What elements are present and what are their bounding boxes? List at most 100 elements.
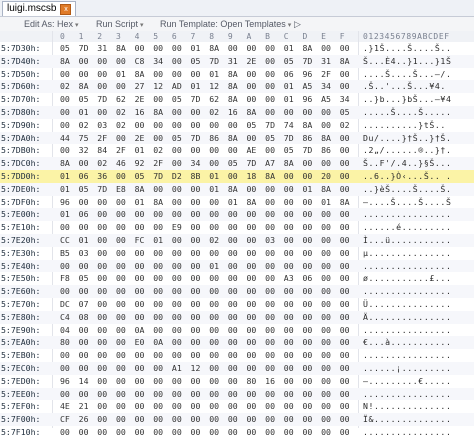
hex-byte[interactable]: 00 (340, 362, 356, 375)
hex-byte[interactable]: 00 (340, 132, 356, 145)
hex-byte[interactable]: E8 (116, 183, 132, 196)
hex-byte[interactable]: 00 (321, 324, 337, 337)
hex-byte[interactable]: 4E (60, 400, 76, 413)
hex-byte[interactable]: 16 (265, 375, 281, 388)
hex-byte[interactable]: 00 (60, 144, 76, 157)
hex-byte[interactable]: 00 (153, 260, 169, 273)
hex-byte[interactable]: 2F (97, 132, 113, 145)
hex-byte[interactable]: 00 (302, 234, 318, 247)
hex-byte[interactable]: 00 (97, 362, 113, 375)
hex-byte[interactable]: 00 (97, 285, 113, 298)
hex-byte[interactable]: 01 (321, 196, 337, 209)
hex-byte[interactable]: 7D (191, 132, 207, 145)
hex-byte[interactable]: 00 (247, 80, 263, 93)
ascii-text[interactable]: Ü............... (363, 298, 451, 311)
hex-byte[interactable]: F8 (60, 272, 76, 285)
close-icon[interactable]: x (60, 3, 72, 15)
hex-byte[interactable]: 00 (191, 311, 207, 324)
hex-byte[interactable]: 04 (60, 324, 76, 337)
hex-byte[interactable]: 00 (97, 388, 113, 401)
hex-byte[interactable]: 00 (302, 349, 318, 362)
hex-byte[interactable]: 00 (284, 234, 300, 247)
hex-byte[interactable]: 00 (153, 400, 169, 413)
hex-byte[interactable]: 00 (284, 311, 300, 324)
hex-byte[interactable]: 00 (228, 208, 244, 221)
hex-byte[interactable]: 00 (116, 362, 132, 375)
hex-byte[interactable]: 00 (302, 285, 318, 298)
hex-byte[interactable]: 00 (116, 55, 132, 68)
hex-byte[interactable]: 00 (340, 375, 356, 388)
hex-byte[interactable]: 00 (172, 106, 188, 119)
hex-byte[interactable]: 00 (247, 93, 263, 106)
hex-byte[interactable]: 00 (79, 324, 95, 337)
hex-byte[interactable]: 00 (209, 272, 225, 285)
hex-byte[interactable]: 7D (79, 42, 95, 55)
hex-byte[interactable]: 00 (191, 349, 207, 362)
hex-byte[interactable]: 06 (284, 68, 300, 81)
hex-byte[interactable]: 00 (302, 324, 318, 337)
hex-byte[interactable]: 00 (284, 183, 300, 196)
hex-byte[interactable]: 00 (135, 413, 151, 426)
hex-byte[interactable]: 05 (340, 106, 356, 119)
ascii-text[interactable]: ..}èŠ....Š....Š. (363, 183, 451, 196)
hex-byte[interactable]: 00 (135, 119, 151, 132)
hex-byte[interactable]: 00 (284, 106, 300, 119)
hex-byte[interactable]: 00 (340, 234, 356, 247)
tab-luigi-mscsb[interactable]: luigi.mscsb x (2, 1, 77, 16)
hex-byte[interactable]: AE (247, 144, 263, 157)
hex-byte[interactable]: 96 (60, 375, 76, 388)
hex-byte[interactable]: 00 (79, 260, 95, 273)
hex-byte[interactable]: 7D (247, 157, 263, 170)
hex-byte[interactable]: 00 (60, 285, 76, 298)
hex-byte[interactable]: 12 (191, 362, 207, 375)
hex-byte[interactable]: 01 (209, 170, 225, 183)
hex-byte[interactable]: 80 (247, 375, 263, 388)
hex-byte[interactable]: 05 (284, 144, 300, 157)
hex-byte[interactable]: 00 (340, 221, 356, 234)
hex-byte[interactable]: 26 (79, 413, 95, 426)
hex-byte[interactable]: 00 (116, 311, 132, 324)
hex-byte[interactable]: 00 (265, 285, 281, 298)
hex-byte[interactable]: 00 (265, 336, 281, 349)
hex-byte[interactable]: 05 (79, 93, 95, 106)
hex-byte[interactable]: 00 (153, 311, 169, 324)
hex-byte[interactable]: 00 (97, 221, 113, 234)
hex-row[interactable]: 5:7ED0h: 96 14 00 00 00 00 00 00 00 00 80 16 00 00 00 00… (0, 375, 474, 388)
hex-byte[interactable]: 01 (284, 42, 300, 55)
hex-byte[interactable]: 00 (247, 362, 263, 375)
hex-byte[interactable]: 00 (302, 157, 318, 170)
hex-byte[interactable]: 00 (247, 132, 263, 145)
hex-byte[interactable]: CF (60, 413, 76, 426)
hex-byte[interactable]: 00 (116, 234, 132, 247)
hex-byte[interactable]: 00 (116, 324, 132, 337)
hex-byte[interactable]: 00 (135, 247, 151, 260)
ascii-text[interactable]: ................ (363, 324, 451, 337)
hex-byte[interactable]: 01 (209, 183, 225, 196)
hex-byte[interactable]: 00 (265, 413, 281, 426)
hex-byte[interactable]: 00 (116, 413, 132, 426)
hex-byte[interactable]: FC (135, 234, 151, 247)
hex-byte[interactable]: 00 (228, 247, 244, 260)
hex-byte[interactable]: 03 (265, 234, 281, 247)
hex-byte[interactable]: 00 (321, 298, 337, 311)
hex-byte[interactable]: 75 (79, 132, 95, 145)
hex-byte[interactable]: 00 (209, 324, 225, 337)
hex-byte[interactable]: AD (172, 80, 188, 93)
hex-byte[interactable]: 00 (191, 324, 207, 337)
hex-byte[interactable]: 00 (265, 183, 281, 196)
hex-byte[interactable]: 00 (172, 208, 188, 221)
hex-byte[interactable]: A7 (265, 157, 281, 170)
hex-byte[interactable]: 8A (228, 183, 244, 196)
hex-byte[interactable]: 00 (209, 144, 225, 157)
hex-byte[interactable]: 00 (228, 413, 244, 426)
hex-byte[interactable]: 00 (172, 119, 188, 132)
hex-byte[interactable]: 01 (302, 183, 318, 196)
hex-byte[interactable]: 00 (228, 144, 244, 157)
hex-byte[interactable]: 8A (209, 42, 225, 55)
hex-byte[interactable]: 12 (153, 80, 169, 93)
hex-byte[interactable]: 00 (135, 375, 151, 388)
hex-byte[interactable]: 00 (340, 324, 356, 337)
hex-byte[interactable]: 00 (265, 196, 281, 209)
hex-byte[interactable]: 00 (172, 144, 188, 157)
hex-byte[interactable]: 00 (265, 68, 281, 81)
